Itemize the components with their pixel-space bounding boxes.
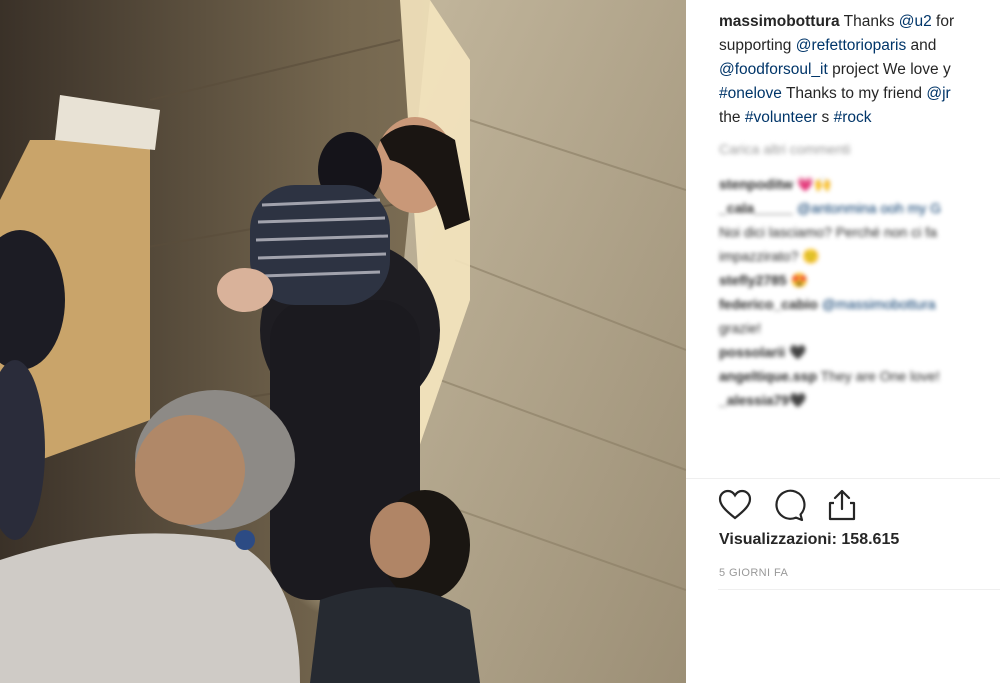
views-count: Visualizzazioni: 158.615	[719, 531, 899, 549]
post-date[interactable]: 5 GIORNI FA	[719, 567, 788, 579]
comment-item: impazzirato? 🙂	[719, 244, 1000, 268]
comment-username[interactable]: possolarii	[719, 344, 785, 360]
comment-text: 😍	[786, 272, 809, 288]
caption-link[interactable]: #onelove	[719, 85, 782, 102]
comment-text: 💗🙌	[792, 176, 832, 192]
heart-icon[interactable]	[717, 487, 753, 523]
caption-link[interactable]: @jr	[926, 85, 950, 102]
caption-link[interactable]: @refettorioparis	[796, 37, 907, 54]
comment-text: 🖤	[789, 392, 807, 408]
comment-item: angeltique.ssp They are One love!	[719, 364, 1000, 388]
caption-text: Thanks	[839, 13, 899, 30]
comment-item: stenpoditw 💗🙌	[719, 172, 1000, 196]
post-video[interactable]	[0, 0, 686, 683]
caption-text: s	[817, 109, 834, 126]
caption-text: Thanks to my friend	[781, 85, 927, 102]
comment-item: federico_cabio @massimobottura	[719, 292, 1000, 316]
comments-list: stenpoditw 💗🙌 _cala_____ @antonmina ooh m…	[719, 172, 1000, 412]
caption-text: and	[906, 37, 937, 54]
comment-item: stefly2785 😍	[719, 268, 1000, 292]
video-frame-illustration	[0, 0, 686, 683]
caption-text: for	[931, 13, 955, 30]
comment-item: Noi dici lasciamo? Perché non ci fa	[719, 220, 1000, 244]
comment-mention[interactable]: @massimobottura	[818, 296, 936, 312]
caption-link[interactable]: @u2	[899, 13, 932, 30]
comment-text: grazie!	[719, 320, 762, 336]
comment-username[interactable]: stenpoditw	[719, 176, 793, 192]
comment-icon[interactable]	[770, 487, 806, 523]
caption-text: the	[719, 109, 745, 126]
caption-text: project We love y	[827, 61, 951, 78]
comment-item: grazie!	[719, 316, 1000, 340]
share-icon[interactable]	[824, 487, 860, 523]
caption-username[interactable]: massimobottura	[719, 13, 840, 30]
comment-item: _cala_____ @antonmina ooh my G	[719, 196, 1000, 220]
comment-item: _alessia79🖤	[719, 388, 1000, 412]
comment-username[interactable]: stefly2785	[719, 272, 787, 288]
comment-item: possolarii 🖤	[719, 340, 1000, 364]
comment-username[interactable]: angeltique.ssp	[719, 368, 817, 384]
caption-link[interactable]: #rock	[834, 109, 872, 126]
comment-username[interactable]: federico_cabio	[719, 296, 818, 312]
views-label: Visualizzazioni:	[719, 531, 837, 548]
views-number: 158.615	[841, 531, 900, 548]
comment-text: Noi dici lasciamo? Perché non ci fa	[719, 224, 937, 240]
post-caption: massimobottura Thanks @u2 for supporting …	[719, 10, 1000, 130]
comment-username[interactable]: _alessia79	[719, 392, 789, 408]
comment-username[interactable]: _cala_____	[719, 200, 793, 216]
caption-link[interactable]: #volunteer	[745, 109, 817, 126]
caption-link[interactable]: @foodforsoul_it	[719, 61, 828, 78]
caption-text: supporting	[719, 37, 796, 54]
comment-text: impazzirato? 🙂	[719, 248, 820, 264]
comment-text: They are One love!	[817, 368, 940, 384]
comment-box-divider	[718, 589, 1000, 590]
load-more-comments[interactable]: Carica altri commenti	[719, 141, 850, 157]
post-actions-bar: Visualizzazioni: 158.615 5 GIORNI FA	[686, 478, 1000, 594]
comment-text: 🖤	[785, 344, 807, 360]
comment-mention[interactable]: @antonmina ooh my G	[793, 200, 941, 216]
